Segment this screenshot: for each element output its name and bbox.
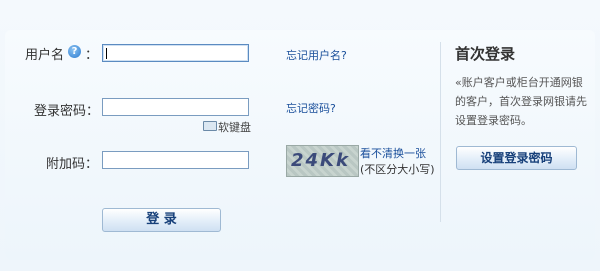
refresh-captcha-link[interactable]: 看不清换一张 (360, 145, 426, 161)
username-input[interactable] (102, 44, 249, 62)
case-insensitive-note: (不区分大小写) (360, 163, 435, 176)
captcha-text: 24Kk (291, 150, 350, 171)
extra-code-label: 附加码： (46, 157, 99, 172)
username-colon: ： (85, 48, 99, 63)
password-input[interactable] (102, 98, 249, 116)
text-caret (106, 48, 107, 59)
first-login-title: 首次登录 (455, 45, 516, 63)
help-icon[interactable]: ? (68, 45, 81, 58)
captcha-image[interactable]: 24Kk (286, 145, 359, 177)
captcha-input[interactable] (102, 151, 249, 169)
forgot-password-link[interactable]: 忘记密码? (286, 100, 336, 116)
first-login-description: «账户客户或柜台开通网银的客户，首次登录网银请先设置登录密码。 (455, 76, 587, 127)
vertical-divider (440, 42, 441, 222)
password-label: 登录密码： (34, 104, 100, 119)
soft-keyboard-link[interactable]: 软键盘 (218, 119, 251, 135)
set-password-button[interactable]: 设置登录密码 (456, 146, 577, 170)
keyboard-icon[interactable] (203, 121, 217, 131)
username-label: 用户名 (25, 48, 65, 63)
login-button[interactable]: 登 录 (102, 208, 221, 232)
forgot-username-link[interactable]: 忘记用户名? (286, 47, 347, 63)
